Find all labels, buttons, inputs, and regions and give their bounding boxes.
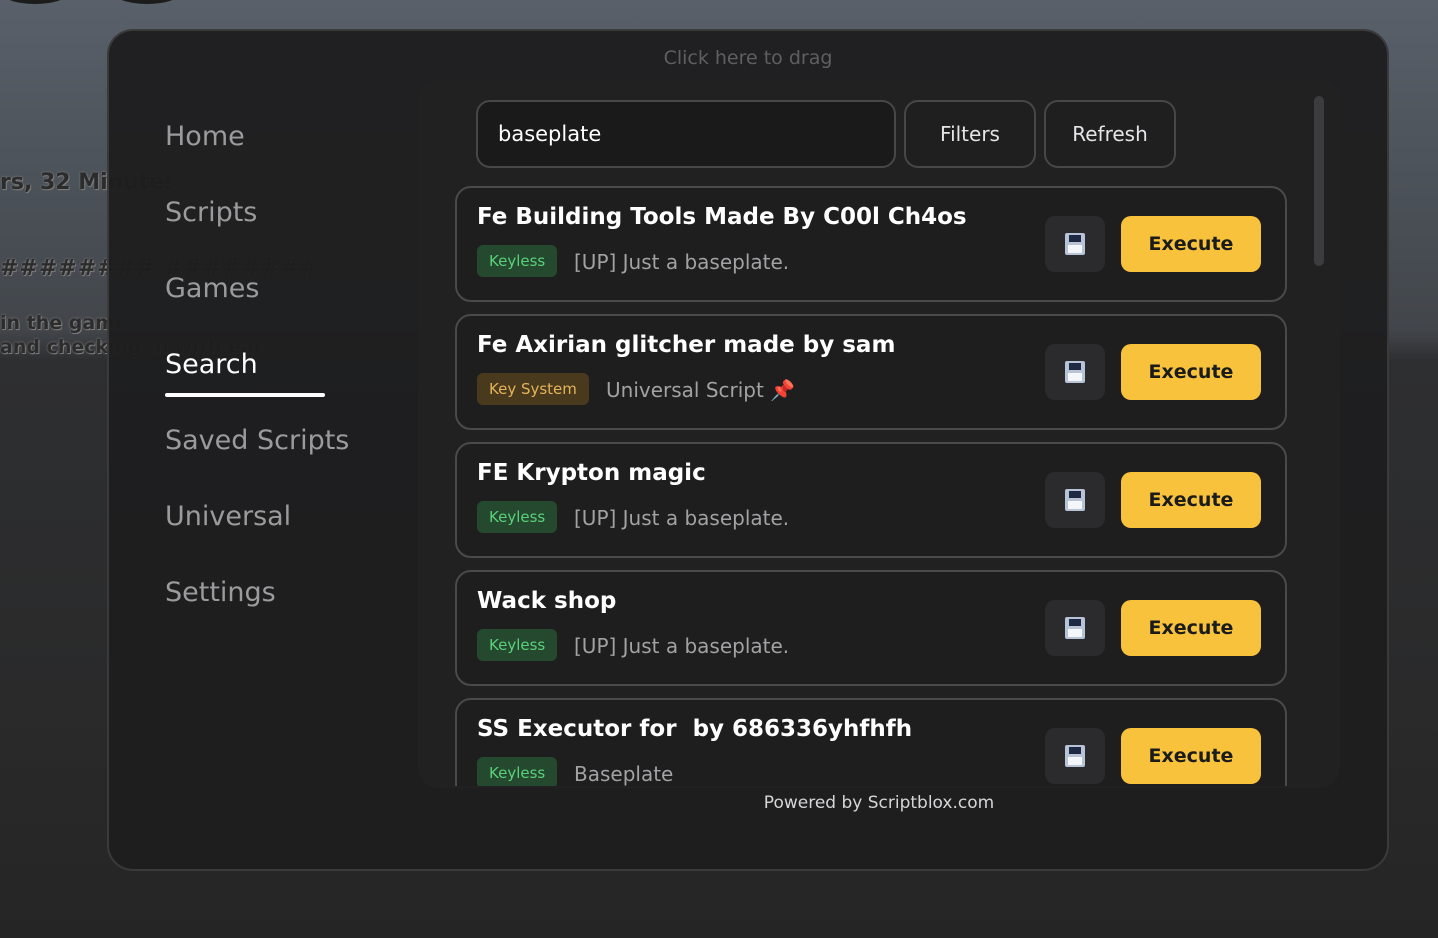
save-script-button[interactable]	[1045, 472, 1105, 528]
key-system-badge: Key System	[477, 373, 589, 405]
keyless-badge: Keyless	[477, 629, 558, 661]
floppy-disk-icon	[1065, 617, 1085, 639]
script-description: [UP] Just a baseplate.	[574, 506, 790, 530]
scrollbar[interactable]	[1314, 96, 1324, 266]
sidebar-item-settings[interactable]: Settings	[165, 571, 425, 647]
floppy-disk-icon	[1065, 489, 1085, 511]
sidebar-item-search[interactable]: Search	[165, 343, 425, 419]
search-input[interactable]	[476, 100, 896, 168]
refresh-button[interactable]: Refresh	[1044, 100, 1176, 168]
script-description: Universal Script 📌	[606, 378, 796, 402]
execute-button[interactable]: Execute	[1121, 600, 1261, 656]
script-title: Wack shop	[477, 588, 617, 614]
script-card: Fe Building Tools Made By C00l Ch4os Key…	[455, 186, 1287, 302]
script-title: FE Krypton magic	[477, 460, 706, 486]
powered-by-footer: Powered by Scriptblox.com	[763, 793, 995, 813]
filters-button[interactable]: Filters	[904, 100, 1036, 168]
sidebar-item-games[interactable]: Games	[165, 267, 425, 343]
script-title: SS Executor for by 686336yhfhfh	[477, 716, 913, 742]
keyless-badge: Keyless	[477, 501, 558, 533]
drag-handle[interactable]: Click here to drag	[109, 47, 1387, 69]
execute-button[interactable]: Execute	[1121, 728, 1261, 784]
script-description: Baseplate	[574, 762, 674, 786]
keyless-badge: Keyless	[477, 245, 558, 277]
keyless-badge: Keyless	[477, 757, 558, 786]
script-card: FE Krypton magic Keyless [UP] Just a bas…	[455, 442, 1287, 558]
script-description: [UP] Just a baseplate.	[574, 634, 790, 658]
floppy-disk-icon	[1065, 745, 1085, 767]
save-script-button[interactable]	[1045, 344, 1105, 400]
execute-button[interactable]: Execute	[1121, 472, 1261, 528]
script-card: SS Executor for by 686336yhfhfh Keyless …	[455, 698, 1287, 786]
save-script-button[interactable]	[1045, 728, 1105, 784]
script-description: [UP] Just a baseplate.	[574, 250, 790, 274]
save-script-button[interactable]	[1045, 600, 1105, 656]
background-blob	[112, 0, 182, 4]
save-script-button[interactable]	[1045, 216, 1105, 272]
floppy-disk-icon	[1065, 361, 1085, 383]
sidebar: Home Scripts Games Search Saved Scripts …	[165, 115, 425, 647]
sidebar-item-universal[interactable]: Universal	[165, 495, 425, 571]
sidebar-item-saved-scripts[interactable]: Saved Scripts	[165, 419, 425, 495]
sidebar-item-home[interactable]: Home	[165, 115, 425, 191]
execute-button[interactable]: Execute	[1121, 216, 1261, 272]
script-title: Fe Axirian glitcher made by sam	[477, 332, 896, 358]
floppy-disk-icon	[1065, 233, 1085, 255]
results-list: Fe Building Tools Made By C00l Ch4os Key…	[455, 186, 1287, 786]
script-card: Fe Axirian glitcher made by sam Key Syst…	[455, 314, 1287, 430]
execute-button[interactable]: Execute	[1121, 344, 1261, 400]
background-blob	[0, 0, 70, 4]
search-panel: Filters Refresh Fe Building Tools Made B…	[418, 80, 1340, 788]
script-hub-window: Click here to drag Home Scripts Games Se…	[107, 29, 1389, 871]
script-title: Fe Building Tools Made By C00l Ch4os	[477, 204, 967, 230]
script-card: Wack shop Keyless [UP] Just a baseplate.…	[455, 570, 1287, 686]
sidebar-item-scripts[interactable]: Scripts	[165, 191, 425, 267]
background-text: in the game	[0, 312, 120, 334]
